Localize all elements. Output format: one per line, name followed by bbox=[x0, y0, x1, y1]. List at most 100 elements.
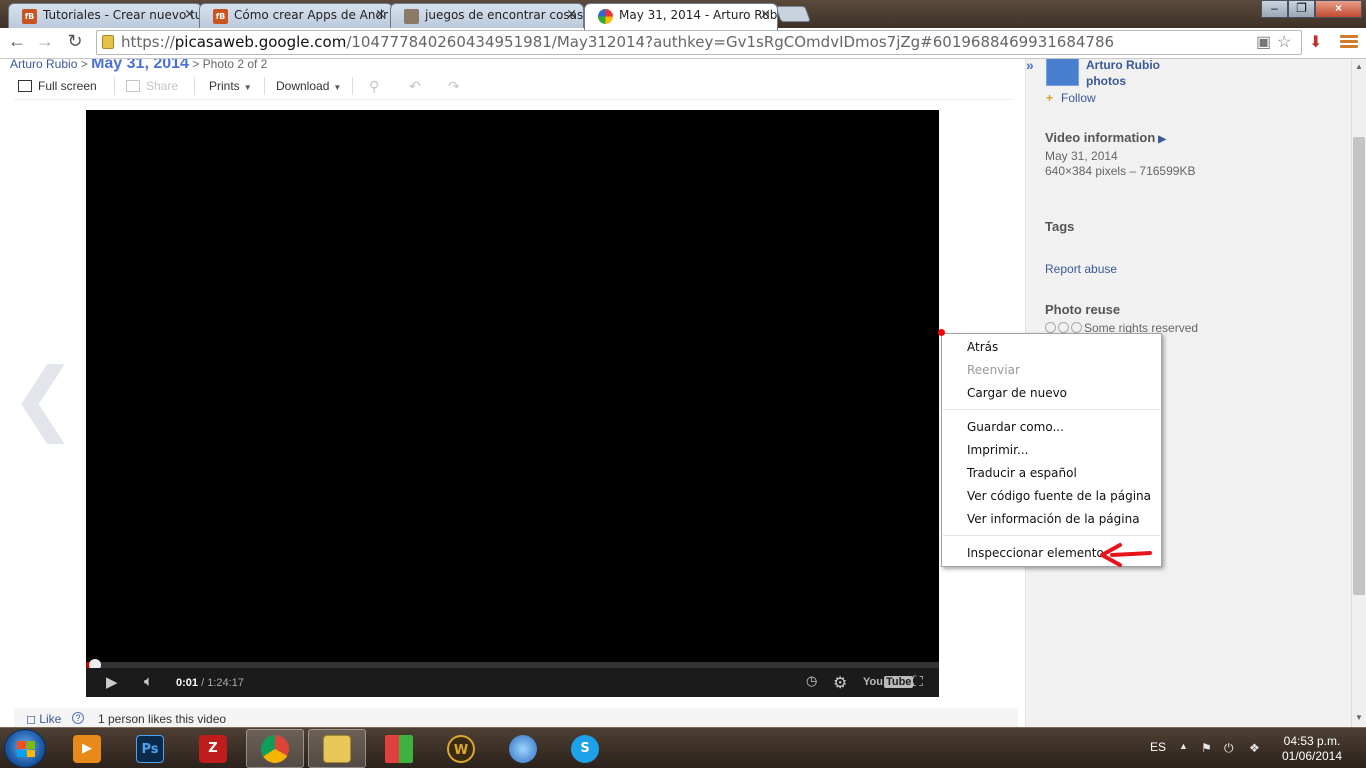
tab-title: May 31, 2014 - Arturo Rub bbox=[619, 8, 778, 22]
like-label: Like bbox=[39, 712, 62, 726]
chrome-menu-icon[interactable] bbox=[1340, 35, 1358, 50]
chevron-down-icon: ▼ bbox=[243, 83, 252, 92]
menu-item-traducir[interactable]: Traducir a español bbox=[967, 463, 1157, 483]
globe-app-icon[interactable] bbox=[494, 729, 552, 768]
divider bbox=[14, 99, 1014, 100]
tiles-app-icon[interactable] bbox=[370, 729, 428, 768]
previous-photo-arrow-icon[interactable]: ❮ bbox=[10, 354, 77, 446]
scrollbar-thumb[interactable] bbox=[1353, 137, 1365, 595]
close-tab-icon[interactable]: × bbox=[375, 4, 386, 26]
menu-item-guardar-como[interactable]: Guardar como... bbox=[967, 417, 1157, 437]
skype-icon[interactable]: S bbox=[556, 729, 614, 768]
download-label: Download bbox=[276, 79, 330, 93]
rotate-left-icon[interactable]: ↶ bbox=[409, 77, 421, 95]
address-bar[interactable]: https://picasaweb.google.com/10477784026… bbox=[96, 30, 1302, 55]
video-information-label: Video information bbox=[1045, 130, 1156, 145]
show-hidden-icons-icon[interactable]: ▲ bbox=[1179, 741, 1188, 751]
menu-item-reenviar[interactable]: Reenviar bbox=[967, 360, 1157, 380]
scroll-down-icon[interactable]: ▼ bbox=[1355, 713, 1363, 722]
lock-icon bbox=[102, 35, 114, 49]
browser-tab-picasa[interactable]: May 31, 2014 - Arturo Rub × bbox=[584, 3, 778, 30]
owner-link[interactable]: Arturo Rubio photos bbox=[1086, 59, 1160, 89]
current-time: 0:01 bbox=[176, 677, 199, 689]
help-icon[interactable]: ? bbox=[72, 712, 84, 724]
system-clock[interactable]: 04:53 p.m. 01/06/2014 bbox=[1272, 734, 1352, 764]
browser-tab-strip: fB Tutoriales - Crear nuevo tu × fB Cómo… bbox=[0, 0, 1366, 30]
player-fullscreen-icon[interactable]: ⛶ bbox=[913, 673, 923, 690]
player-controls: ▶ 🔈︎ 0:01 / 1:24:17 ◷ ⚙ You Tube ⛶ bbox=[86, 668, 939, 697]
avatar[interactable] bbox=[1046, 59, 1079, 86]
new-tab-button[interactable] bbox=[775, 6, 811, 22]
power-plug-icon[interactable]: ⏻ bbox=[1224, 741, 1234, 756]
scroll-up-icon[interactable]: ▲ bbox=[1355, 62, 1363, 71]
breadcrumb-separator: > bbox=[192, 59, 200, 71]
youtube-logo[interactable]: You Tube bbox=[863, 676, 914, 688]
close-tab-icon[interactable]: × bbox=[760, 4, 771, 26]
report-abuse-link[interactable]: Report abuse bbox=[1045, 262, 1117, 276]
file-explorer-icon[interactable] bbox=[308, 729, 366, 768]
video-player[interactable]: ▶ 🔈︎ 0:01 / 1:24:17 ◷ ⚙ You Tube ⛶ bbox=[86, 110, 939, 697]
minimize-button[interactable]: – bbox=[1261, 0, 1288, 18]
photoshop-icon[interactable]: Ps bbox=[121, 729, 179, 768]
youtube-logo-you: You bbox=[863, 676, 883, 688]
play-icon[interactable]: ▶ bbox=[106, 673, 118, 691]
click-marker bbox=[938, 329, 945, 336]
tab-title: Cómo crear Apps de Andr bbox=[234, 8, 389, 22]
tags-heading: Tags bbox=[1045, 219, 1075, 234]
menu-item-atras[interactable]: Atrás bbox=[967, 337, 1157, 357]
menu-item-ver-codigo-fuente[interactable]: Ver código fuente de la página bbox=[967, 486, 1157, 506]
fullscreen-icon bbox=[18, 80, 32, 92]
chrome-icon[interactable] bbox=[246, 729, 304, 768]
follow-button[interactable]: + Follow bbox=[1046, 91, 1096, 105]
browser-tab-apps-android[interactable]: fB Cómo crear Apps de Andr × bbox=[199, 3, 393, 28]
browser-tab-juegos[interactable]: juegos de encontrar cosas × bbox=[390, 3, 584, 28]
maximize-button[interactable]: ❐ bbox=[1288, 0, 1315, 18]
reload-button[interactable]: ↻ bbox=[63, 31, 87, 52]
fb-badge-icon: fB bbox=[22, 9, 37, 24]
breadcrumb-album-link[interactable]: May 31, 2014 bbox=[91, 59, 189, 72]
page-action-icon[interactable]: ▣ bbox=[1256, 32, 1271, 52]
photo-position: Photo 2 of 2 bbox=[202, 59, 268, 71]
video-time: 0:01 / 1:24:17 bbox=[176, 677, 244, 689]
volume-icon[interactable]: 🔈︎ bbox=[144, 673, 153, 690]
youtube-logo-tube: Tube bbox=[883, 676, 914, 688]
prints-dropdown[interactable]: Prints ▼ bbox=[209, 77, 252, 97]
back-button[interactable]: ← bbox=[5, 31, 29, 52]
vertical-scrollbar[interactable]: ▲ ▼ bbox=[1351, 59, 1366, 727]
menu-item-imprimir[interactable]: Imprimir... bbox=[967, 440, 1157, 460]
url-domain: picasaweb.google.com bbox=[174, 33, 347, 51]
share-button[interactable]: Share bbox=[126, 77, 178, 95]
video-date: May 31, 2014 bbox=[1045, 149, 1118, 163]
browser-tab-tutoriales[interactable]: fB Tutoriales - Crear nuevo tu × bbox=[8, 3, 202, 28]
forward-button[interactable]: → bbox=[33, 31, 57, 52]
action-center-flag-icon[interactable]: ⚑ bbox=[1201, 741, 1212, 755]
prints-label: Prints bbox=[209, 79, 240, 93]
start-button[interactable] bbox=[4, 729, 46, 768]
language-indicator[interactable]: ES bbox=[1150, 740, 1166, 754]
menu-item-cargar-de-nuevo[interactable]: Cargar de nuevo bbox=[967, 383, 1157, 403]
clock-time: 04:53 p.m. bbox=[1283, 734, 1341, 748]
extension-icon[interactable]: ⬇ bbox=[1309, 32, 1322, 52]
video-information-heading[interactable]: Video information ▶ bbox=[1045, 130, 1166, 145]
tab-title: juegos de encontrar cosas bbox=[425, 8, 584, 22]
zoom-icon[interactable]: ⚲ bbox=[369, 77, 379, 95]
filezilla-icon[interactable]: Z bbox=[184, 729, 242, 768]
dropbox-icon[interactable]: ❖ bbox=[1249, 741, 1260, 755]
world-of-warcraft-icon[interactable]: W bbox=[432, 729, 490, 768]
like-button[interactable]: ◻︎ Like bbox=[26, 708, 61, 727]
watch-later-icon[interactable]: ◷ bbox=[806, 673, 817, 689]
rotate-right-icon[interactable]: ↷ bbox=[448, 77, 460, 95]
media-player-icon[interactable]: ▶ bbox=[58, 729, 116, 768]
close-window-button[interactable]: × bbox=[1315, 0, 1362, 18]
fullscreen-button[interactable]: Full screen bbox=[18, 77, 97, 95]
close-tab-icon[interactable]: × bbox=[184, 4, 195, 26]
close-tab-icon[interactable]: × bbox=[566, 4, 577, 26]
menu-item-ver-informacion[interactable]: Ver información de la página bbox=[967, 509, 1157, 529]
breadcrumb-owner-link[interactable]: Arturo Rubio bbox=[10, 59, 77, 71]
windows-logo-icon bbox=[17, 741, 35, 757]
collapse-sidebar-icon[interactable]: » bbox=[1026, 59, 1034, 73]
download-dropdown[interactable]: Download ▼ bbox=[276, 77, 341, 97]
bookmark-star-icon[interactable]: ☆ bbox=[1277, 32, 1291, 52]
follow-label: Follow bbox=[1061, 91, 1096, 105]
settings-gear-icon[interactable]: ⚙ bbox=[833, 673, 847, 693]
